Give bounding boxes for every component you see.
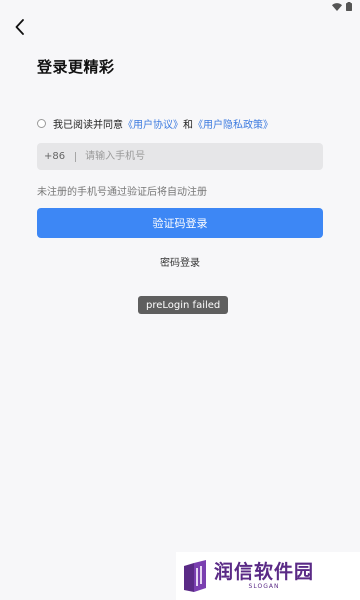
agreement-conjunction: 和: [183, 120, 193, 131]
watermark-name: 润信软件园: [214, 561, 315, 583]
chevron-left-icon: [15, 19, 24, 35]
login-screen: 登录更精彩 我已阅读并同意 《用户协议》 和 《用户隐私政策》 +86 未注册的…: [0, 0, 360, 600]
logo-mark-icon: [184, 560, 206, 592]
watermark-logo: 润信软件园 SLOGAN: [176, 552, 360, 600]
auto-register-hint: 未注册的手机号通过验证后将自动注册: [37, 187, 207, 198]
password-login-link[interactable]: 密码登录: [0, 254, 360, 269]
watermark-slogan: SLOGAN: [248, 583, 280, 590]
user-agreement-link[interactable]: 《用户协议》: [123, 116, 183, 131]
back-button[interactable]: [10, 16, 30, 38]
phone-field: +86: [37, 143, 323, 170]
battery-icon: [346, 2, 352, 11]
agreement-prefix: 我已阅读并同意: [53, 120, 123, 131]
wifi-icon: [332, 2, 342, 11]
watermark-text: 润信软件园 SLOGAN: [214, 561, 314, 591]
status-bar: [0, 0, 360, 12]
sms-login-button[interactable]: 验证码登录: [37, 208, 323, 238]
agreement-row: 我已阅读并同意 《用户协议》 和 《用户隐私政策》: [37, 116, 273, 131]
privacy-policy-link[interactable]: 《用户隐私政策》: [193, 116, 273, 131]
phone-input[interactable]: [85, 143, 323, 170]
country-code-divider: [75, 151, 77, 162]
page-title: 登录更精彩: [37, 58, 115, 76]
agreement-checkbox[interactable]: [37, 119, 46, 128]
country-code-selector[interactable]: +86: [44, 151, 65, 162]
status-icons: [332, 2, 352, 11]
toast-message: preLogin failed: [138, 296, 229, 314]
